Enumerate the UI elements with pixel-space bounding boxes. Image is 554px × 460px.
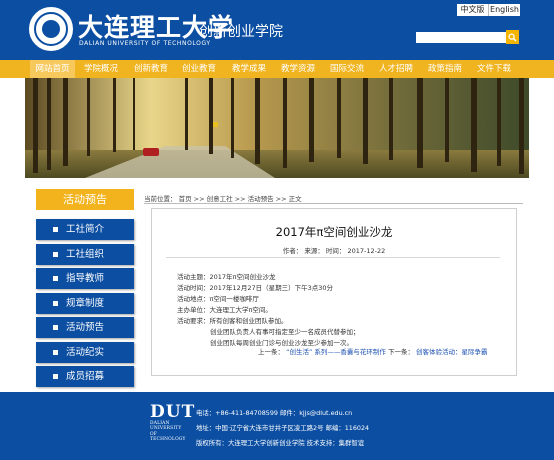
university-name-en: DALIAN UNIVERSITY OF TECHNOLOGY [79, 40, 211, 47]
search-icon [508, 32, 517, 42]
article-divider [166, 257, 500, 258]
sidebar-item-organization[interactable]: 工社组织 [36, 244, 134, 265]
next-article-link[interactable]: 创客体验活动：星际争霸 [416, 348, 488, 356]
bullet-square-icon [53, 276, 58, 281]
university-seal-logo[interactable] [29, 7, 73, 51]
bullet-square-icon [53, 325, 58, 330]
article-line-requirement: 活动要求：所有创客和创业团队参加。 [177, 317, 288, 325]
nav-item-home[interactable]: 网站首页 [30, 60, 75, 78]
article-panel: 2017年π空间创业沙龙 作者： 来源： 时间： 2017-12-22 活动主题… [151, 208, 517, 376]
nav-item-resources[interactable]: 教学资源 [277, 60, 319, 78]
article-line-organizer: 主办单位：大连理工大学π空间。 [177, 306, 272, 314]
sidebar-item-events-record[interactable]: 活动纪实 [36, 342, 134, 363]
sidebar-item-intro[interactable]: 工社简介 [36, 219, 134, 240]
bullet-square-icon [53, 301, 58, 306]
article-line-requirement-2: 创业团队负责人有事可指定至少一名成员代替参加； [210, 328, 360, 336]
header: 大连理工大学 DALIAN UNIVERSITY OF TECHNOLOGY 创… [0, 0, 554, 60]
bullet-square-icon [53, 350, 58, 355]
nav-item-innovation[interactable]: 创新教育 [130, 60, 172, 78]
nav-item-achievements[interactable]: 教学成果 [228, 60, 270, 78]
footer-contact: 电话：+86-411-84708599 邮件：kjjs@dlut.edu.cn [196, 409, 353, 417]
sidebar-item-label: 指导教师 [66, 273, 105, 284]
banner-photo [25, 78, 529, 178]
sidebar-item-label: 工社组织 [66, 249, 105, 260]
nav-item-about[interactable]: 学院概况 [80, 60, 122, 78]
breadcrumb-divider [144, 203, 523, 204]
article-title: 2017年π空间创业沙龙 [275, 225, 393, 239]
sidebar-title: 活动预告 [36, 189, 134, 210]
lang-english-link[interactable]: English [488, 4, 520, 16]
article-line-time: 活动时间：2017年12月27日（星期三）下午3点30分 [177, 284, 333, 292]
sidebar-item-label: 工社简介 [66, 224, 105, 235]
bullet-square-icon [53, 227, 58, 232]
footer: DUT DALIAN UNIVERSITY OF TECHNOLOGY 电话：+… [0, 392, 554, 460]
sidebar-item-label: 活动纪实 [66, 347, 105, 358]
college-name: 创新创业学院 [199, 24, 283, 40]
dut-footer-logo: DUT DALIAN UNIVERSITY OF TECHNOLOGY [150, 402, 196, 442]
nav-item-international[interactable]: 国际交流 [326, 60, 368, 78]
lang-chinese-link[interactable]: 中文版 [457, 4, 488, 16]
article-meta: 作者： 来源： 时间： 2017-12-22 [282, 247, 386, 255]
nav-item-recruitment[interactable]: 人才招聘 [375, 60, 417, 78]
sidebar-item-label: 成员招募 [66, 371, 105, 382]
sidebar-item-label: 规章制度 [66, 298, 105, 309]
bullet-square-icon [53, 374, 58, 379]
search-input[interactable] [416, 32, 506, 43]
nav-item-policy[interactable]: 政策指南 [424, 60, 466, 78]
sidebar-item-label: 活动预告 [66, 322, 105, 333]
next-label: 下一条： [387, 348, 414, 356]
footer-address: 地址：中国·辽宁省大连市甘井子区凌工路2号 邮编：116024 [196, 424, 370, 432]
sidebar-item-recruit[interactable]: 成员招募 [36, 366, 134, 387]
sidebar-item-events-preview[interactable]: 活动预告 [36, 317, 134, 338]
sidebar-item-rules[interactable]: 规章制度 [36, 293, 134, 314]
article-line-topic: 活动主题：2017年π空间创业沙龙 [177, 273, 276, 281]
article-pagination: 上一条： “创生活” 系列——香囊与花环制作 下一条： 创客体验活动：星际争霸 [258, 346, 488, 356]
breadcrumb: 当前位置： 首页 >> 创意工社 >> 活动预告 >> 正文 [144, 195, 302, 203]
search-button[interactable] [506, 30, 519, 44]
main-nav: 网站首页 学院概况 创新教育 创业教育 教学成果 教学资源 国际交流 人才招聘 … [0, 60, 554, 78]
bullet-square-icon [53, 252, 58, 257]
prev-label: 上一条： [258, 348, 284, 356]
nav-item-downloads[interactable]: 文件下载 [473, 60, 515, 78]
sidebar-item-mentors[interactable]: 指导教师 [36, 268, 134, 289]
prev-article-link[interactable]: “创生活” 系列——香囊与花环制作 [286, 348, 386, 356]
article-line-location: 活动地点：π空间一楼咖啡厅 [177, 295, 259, 303]
footer-copyright: 版权所有：大连理工大学创新创业学院 技术支持：集群智谊 [196, 439, 365, 447]
nav-item-entrepreneurship[interactable]: 创业教育 [178, 60, 220, 78]
